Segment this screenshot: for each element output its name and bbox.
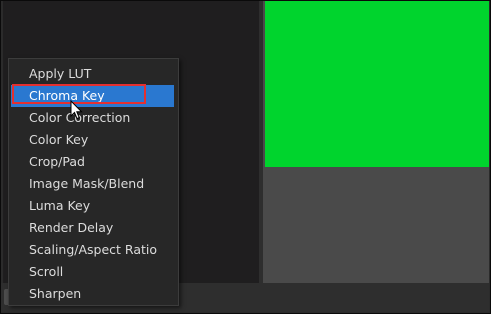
menu-item-chroma-key[interactable]: Chroma Key <box>11 85 174 107</box>
source-preview <box>265 1 489 167</box>
menu-item-image-mask-blend[interactable]: Image Mask/Blend <box>11 173 174 195</box>
arrow-cursor-icon <box>70 100 83 120</box>
menu-item-scroll[interactable]: Scroll <box>11 261 174 283</box>
menu-item-color-key[interactable]: Color Key <box>11 129 174 151</box>
menu-item-luma-key[interactable]: Luma Key <box>11 195 174 217</box>
menu-item-sharpen[interactable]: Sharpen <box>11 283 174 305</box>
menu-item-color-correction[interactable]: Color Correction <box>11 107 174 129</box>
menu-item-render-delay[interactable]: Render Delay <box>11 217 174 239</box>
filter-context-menu: Apply LUT Chroma Key Color Correction Co… <box>8 58 179 306</box>
menu-item-crop-pad[interactable]: Crop/Pad <box>11 151 174 173</box>
menu-item-apply-lut[interactable]: Apply LUT <box>11 63 174 85</box>
menu-item-scaling-aspect-ratio[interactable]: Scaling/Aspect Ratio <box>11 239 174 261</box>
